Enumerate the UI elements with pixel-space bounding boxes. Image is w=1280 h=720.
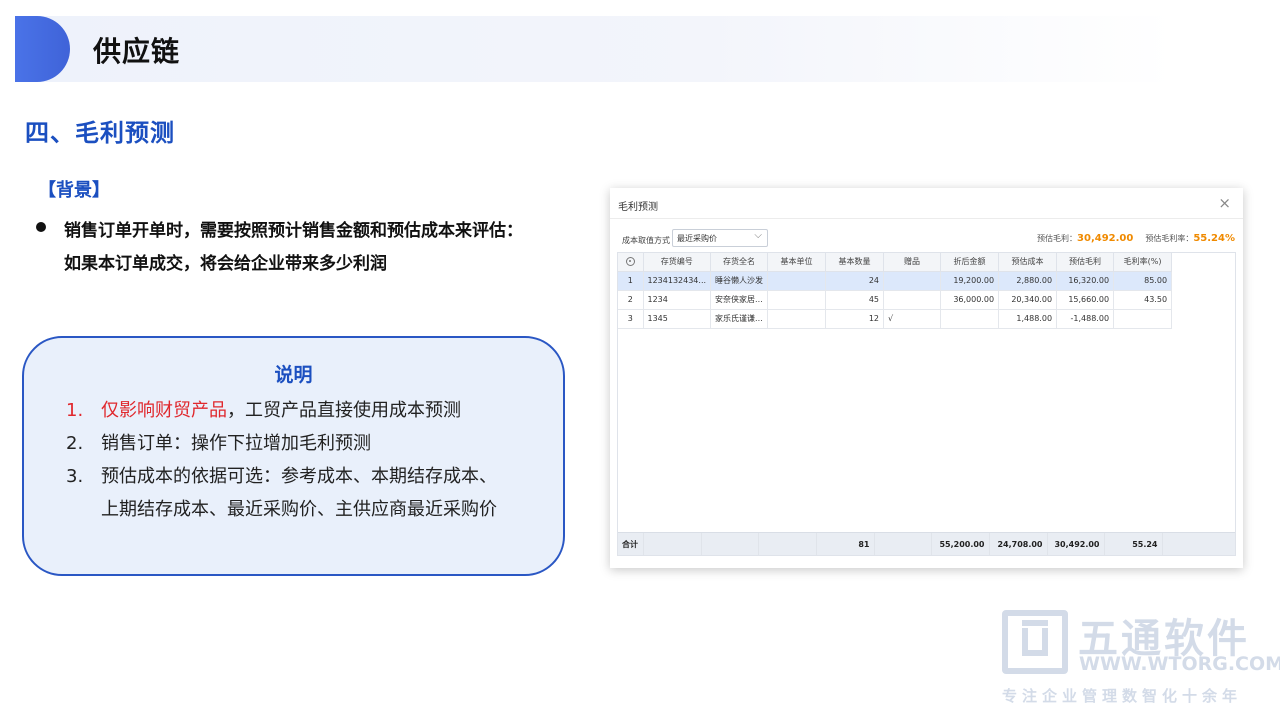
cell-code[interactable]: 1345 xyxy=(643,309,712,329)
gross-profit-dialog: 毛利预测 × 成本取值方式 最近采购价 ⌵ 预估毛利：30,492.00 预估毛利… xyxy=(610,188,1243,568)
table-row[interactable]: 1 1234132434... 睡谷懒人沙发 24 19,200.00 2,88… xyxy=(618,271,1173,291)
cell-unit[interactable] xyxy=(767,309,827,329)
watermark-logo-icon xyxy=(1002,610,1068,674)
cell-qty[interactable]: 24 xyxy=(825,271,885,291)
cost-method-label: 成本取值方式 xyxy=(622,236,670,245)
note-item-3: 3. 预估成本的依据可选：参考成本、本期结存成本、 xyxy=(66,460,497,493)
est-profit-value: 30,492.00 xyxy=(1077,233,1134,244)
bullet-icon xyxy=(36,222,46,232)
table-footer: 合计 81 55,200.00 24,708.00 30,492.00 55.2… xyxy=(618,532,1235,555)
header-band xyxy=(15,16,1175,82)
note-item-1: 1. 仅影响财贸产品，工贸产品直接使用成本预测 xyxy=(66,394,461,427)
cell-gift[interactable] xyxy=(883,271,942,291)
table-footer-body: 合计 81 55,200.00 24,708.00 30,492.00 55.2… xyxy=(618,533,1163,555)
cell-cost[interactable]: 2,880.00 xyxy=(998,271,1058,291)
background-line-2: 如果本订单成交，将会给企业带来多少利润 xyxy=(64,254,387,274)
total-cell xyxy=(643,533,702,555)
cell-amount[interactable] xyxy=(940,309,1000,329)
cell-code[interactable]: 1234132434... xyxy=(643,271,712,291)
column-header[interactable]: 存货全名 xyxy=(710,253,769,272)
total-rate: 55.24 xyxy=(1104,533,1163,555)
note-item-text: 预估成本的依据可选：参考成本、本期结存成本、 xyxy=(101,466,497,487)
cell-qty[interactable]: 45 xyxy=(825,290,885,310)
cell-rate[interactable]: 85.00 xyxy=(1113,271,1173,291)
column-header[interactable]: 折后金额 xyxy=(940,253,1000,272)
chevron-down-icon: ⌵ xyxy=(754,230,762,241)
watermark-tagline: 专注企业管理数智化十余年 xyxy=(1002,687,1243,705)
cell-rate[interactable] xyxy=(1113,309,1173,329)
cell-qty[interactable]: 12 xyxy=(825,309,885,329)
est-rate-label: 预估毛利率： xyxy=(1145,234,1194,243)
profit-table: 存货编号 存货全名 基本单位 基本数量 赠品 折后金额 预估成本 预估毛利 毛利… xyxy=(617,252,1236,556)
note-item-number: 3. xyxy=(66,466,84,487)
note-title: 说明 xyxy=(274,364,313,386)
cell-gift[interactable] xyxy=(883,290,942,310)
note-item-number: 1. xyxy=(66,400,84,421)
est-profit-label: 预估毛利： xyxy=(1037,234,1078,243)
row-index: 2 xyxy=(618,290,644,310)
note-item-text: 销售订单：操作下拉增加毛利预测 xyxy=(101,433,371,454)
page-title: 供应链 xyxy=(93,35,181,68)
note-item-highlight: 仅影响财贸产品 xyxy=(101,400,227,421)
column-header[interactable]: 预估毛利 xyxy=(1056,253,1115,272)
total-cell xyxy=(874,533,932,555)
column-header[interactable]: 存货编号 xyxy=(643,253,712,272)
close-icon[interactable]: × xyxy=(1218,194,1231,212)
cell-unit[interactable] xyxy=(767,271,827,291)
total-cost: 24,708.00 xyxy=(989,533,1048,555)
cell-name[interactable]: 安奈侠家居... xyxy=(710,290,769,310)
total-profit: 30,492.00 xyxy=(1047,533,1105,555)
note-item-2: 2. 销售订单：操作下拉增加毛利预测 xyxy=(66,427,371,460)
cost-method-value: 最近采购价 xyxy=(677,234,717,243)
gear-icon[interactable] xyxy=(625,257,635,267)
row-index: 3 xyxy=(618,309,644,329)
cell-amount[interactable]: 36,000.00 xyxy=(940,290,1000,310)
column-header[interactable]: 基本单位 xyxy=(767,253,827,272)
total-label: 合计 xyxy=(618,533,644,555)
summary-area: 预估毛利：30,492.00 预估毛利率：55.24% xyxy=(1037,233,1235,244)
background-line-1: 销售订单开单时，需要按照预计销售金额和预估成本来评估： xyxy=(64,221,523,241)
total-qty: 81 xyxy=(816,533,875,555)
dialog-title: 毛利预测 xyxy=(618,202,658,213)
note-item-3-continued: 上期结存成本、最近采购价、主供应商最近采购价 xyxy=(101,499,497,520)
table-row[interactable]: 3 1345 家乐氏谨谦... 12 √ 1,488.00 -1,488.00 xyxy=(618,309,1173,329)
cost-method-select[interactable]: 最近采购价 ⌵ xyxy=(672,229,768,247)
column-header[interactable]: 预估成本 xyxy=(998,253,1058,272)
total-cell xyxy=(758,533,817,555)
cell-cost[interactable]: 20,340.00 xyxy=(998,290,1058,310)
note-item-number: 2. xyxy=(66,433,84,454)
cell-code[interactable]: 1234 xyxy=(643,290,712,310)
background-text: 销售订单开单时，需要按照预计销售金额和预估成本来评估： 如果本订单成交，将会给企… xyxy=(64,215,584,281)
dialog-divider xyxy=(610,218,1243,219)
watermark-url: WWW.WTORG.COM xyxy=(1079,653,1280,675)
note-box: 说明 1. 仅影响财贸产品，工贸产品直接使用成本预测 2. 销售订单：操作下拉增加毛… xyxy=(22,336,565,576)
cell-rate[interactable]: 43.50 xyxy=(1113,290,1173,310)
est-rate-value: 55.24% xyxy=(1193,233,1235,244)
column-header[interactable]: 赠品 xyxy=(883,253,942,272)
table-header-row: 存货编号 存货全名 基本单位 基本数量 赠品 折后金额 预估成本 预估毛利 毛利… xyxy=(618,253,1173,272)
cell-profit[interactable]: 16,320.00 xyxy=(1056,271,1115,291)
section-title: 四、毛利预测 xyxy=(25,119,175,147)
cell-unit[interactable] xyxy=(767,290,827,310)
cell-name[interactable]: 睡谷懒人沙发 xyxy=(710,271,769,291)
total-row: 合计 81 55,200.00 24,708.00 30,492.00 55.2… xyxy=(618,533,1163,555)
cell-gift[interactable]: √ xyxy=(883,309,942,329)
total-cell xyxy=(701,533,759,555)
column-header[interactable]: 基本数量 xyxy=(825,253,885,272)
cell-profit[interactable]: -1,488.00 xyxy=(1056,309,1115,329)
column-header[interactable]: 毛利率(%) xyxy=(1113,253,1173,272)
column-settings[interactable] xyxy=(618,253,644,272)
cell-name[interactable]: 家乐氏谨谦... xyxy=(710,309,769,329)
cell-amount[interactable]: 19,200.00 xyxy=(940,271,1000,291)
cell-cost[interactable]: 1,488.00 xyxy=(998,309,1058,329)
cell-profit[interactable]: 15,660.00 xyxy=(1056,290,1115,310)
total-amount: 55,200.00 xyxy=(931,533,990,555)
profit-table-body: 存货编号 存货全名 基本单位 基本数量 赠品 折后金额 预估成本 预估毛利 毛利… xyxy=(618,253,1173,329)
table-row[interactable]: 2 1234 安奈侠家居... 45 36,000.00 20,340.00 1… xyxy=(618,290,1173,310)
note-item-text: ，工贸产品直接使用成本预测 xyxy=(227,400,461,421)
background-heading: 【背景】 xyxy=(38,180,110,201)
row-index: 1 xyxy=(618,271,644,291)
